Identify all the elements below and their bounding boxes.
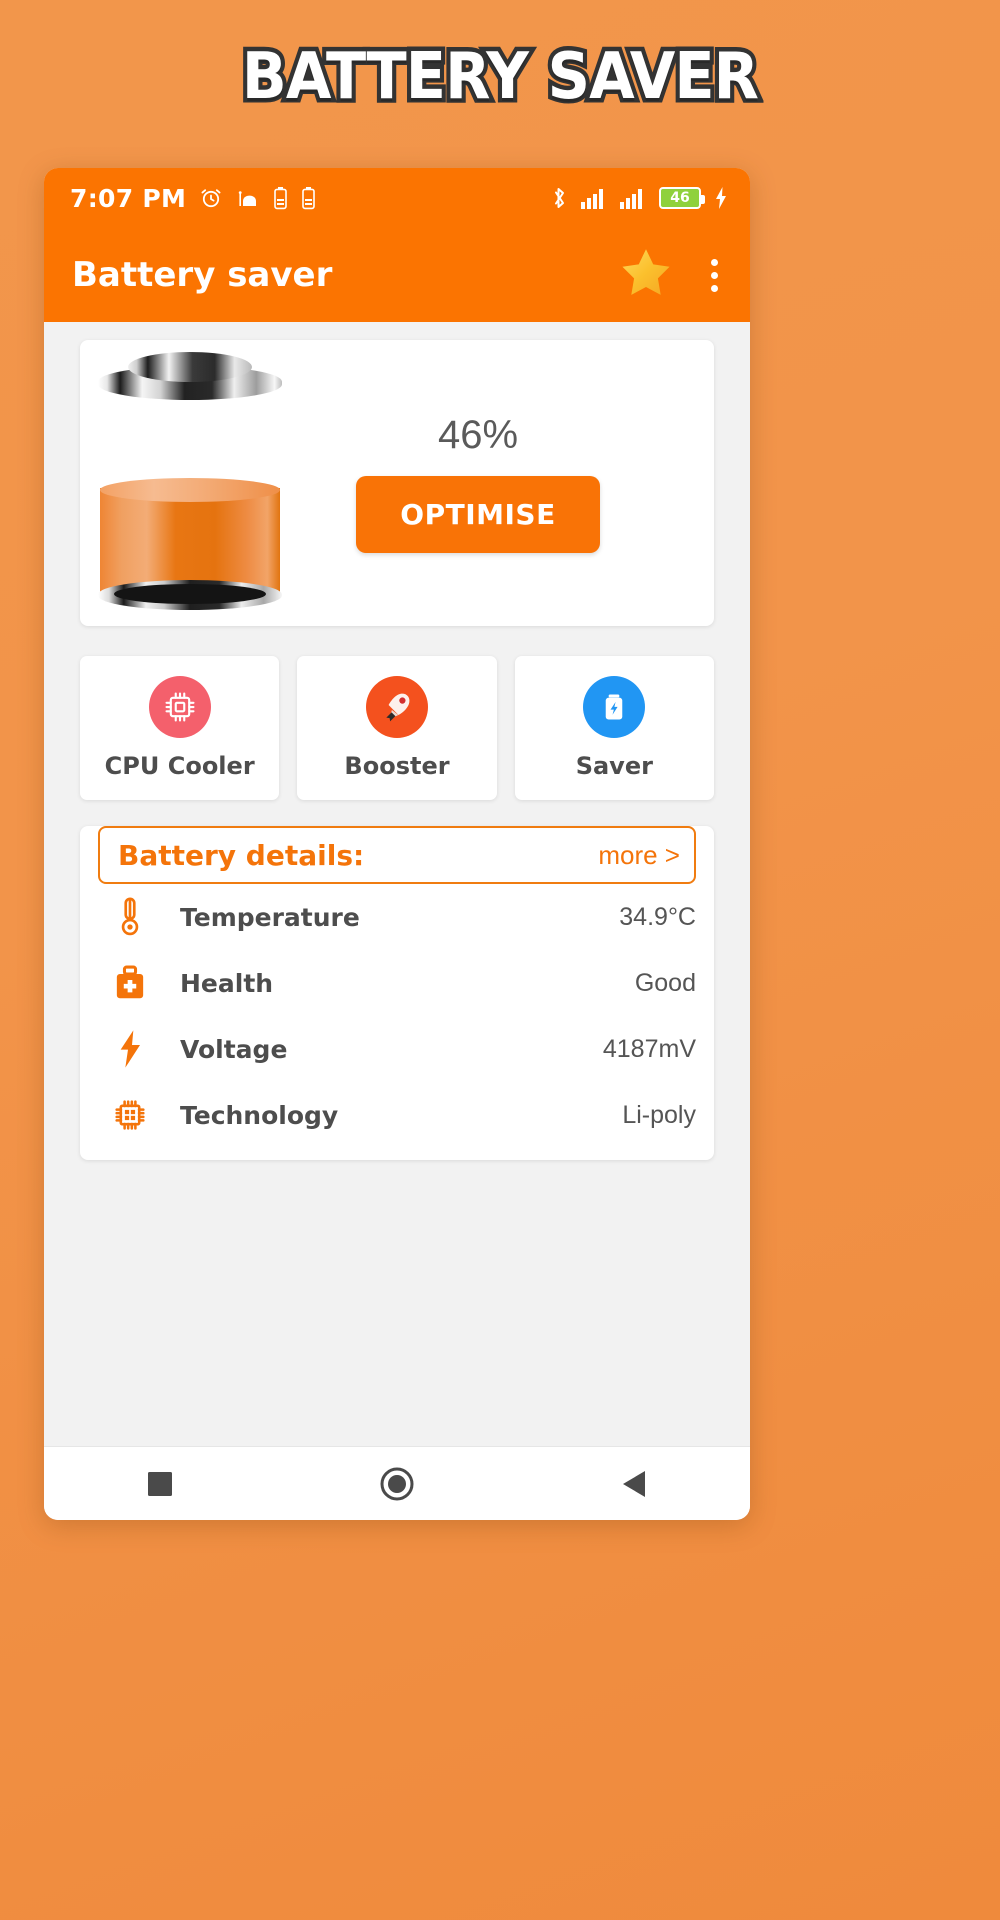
tile-cpu-cooler[interactable]: CPU Cooler bbox=[80, 656, 280, 800]
status-bar-clock: 7:07 PM bbox=[70, 183, 187, 213]
detail-label: Temperature bbox=[180, 902, 360, 932]
tile-booster[interactable]: Booster bbox=[297, 656, 497, 800]
battery-details-card: Battery details: more > Temperature 34.9… bbox=[80, 826, 714, 1160]
tile-saver[interactable]: Saver bbox=[514, 656, 714, 800]
battery-bolt-icon bbox=[583, 676, 646, 738]
main-content: 46% OPTIMISE CPU Cooler Booster Saver Ba… bbox=[44, 322, 750, 1446]
detail-row-technology: Technology Li-poly bbox=[80, 1082, 714, 1148]
battery-details-header: Battery details: more > bbox=[98, 826, 696, 884]
battery-badge-level: 46 bbox=[670, 190, 690, 206]
app-bar: Battery saver bbox=[44, 228, 750, 322]
phone-frame: 7:07 PM 46 Battery saver 46% OPTIMISE CP… bbox=[44, 168, 750, 1520]
battery-illustration bbox=[98, 352, 282, 614]
detail-value: Li-poly bbox=[622, 1100, 696, 1129]
page-title: BATTERY SAVER bbox=[238, 36, 763, 119]
bluetooth-icon bbox=[550, 185, 568, 211]
signal-bars-icon bbox=[581, 187, 607, 209]
detail-row-temperature: Temperature 34.9°C bbox=[80, 884, 714, 950]
square-recents-icon[interactable] bbox=[107, 1463, 213, 1505]
cpu-chip-icon bbox=[148, 676, 211, 738]
alarm-clock-icon bbox=[199, 186, 223, 210]
app-bar-title: Battery saver bbox=[72, 255, 333, 295]
detail-label: Health bbox=[180, 968, 274, 998]
battery-icon bbox=[301, 186, 316, 210]
medical-kit-icon bbox=[106, 965, 154, 1001]
battery-percent-label: 46% bbox=[437, 413, 519, 457]
optimise-button[interactable]: OPTIMISE bbox=[356, 476, 600, 553]
battery-badge-icon: 46 bbox=[659, 187, 705, 209]
lightning-bolt-icon bbox=[106, 1029, 154, 1069]
more-link[interactable]: more > bbox=[598, 840, 680, 871]
signal-bars-icon bbox=[620, 187, 646, 209]
chip-icon bbox=[106, 1097, 154, 1133]
detail-row-voltage: Voltage 4187mV bbox=[80, 1016, 714, 1082]
charging-bolt-icon bbox=[714, 186, 728, 210]
detail-label: Technology bbox=[180, 1100, 339, 1130]
detail-row-health: Health Good bbox=[80, 950, 714, 1016]
status-bar-right: 46 bbox=[550, 185, 728, 211]
battery-status-info: 46% OPTIMISE bbox=[282, 413, 714, 553]
app-bar-actions bbox=[617, 245, 728, 306]
battery-status-card: 46% OPTIMISE bbox=[80, 340, 714, 626]
circle-home-icon[interactable] bbox=[340, 1459, 454, 1509]
android-navigation-bar bbox=[44, 1446, 750, 1520]
triangle-back-icon[interactable] bbox=[581, 1462, 687, 1506]
action-tiles: CPU Cooler Booster Saver bbox=[80, 656, 714, 800]
status-bar-left: 7:07 PM bbox=[70, 184, 316, 213]
tile-label: Booster bbox=[344, 752, 450, 780]
star-icon[interactable] bbox=[617, 245, 675, 306]
detail-value: 4187mV bbox=[602, 1034, 696, 1063]
detail-value: 34.9°C bbox=[619, 902, 696, 931]
thermometer-icon bbox=[106, 897, 154, 937]
overflow-menu-icon[interactable] bbox=[701, 253, 728, 298]
battery-icon bbox=[273, 186, 288, 210]
tile-label: CPU Cooler bbox=[104, 752, 255, 780]
status-bar: 7:07 PM 46 bbox=[44, 168, 750, 228]
battery-details-title: Battery details: bbox=[118, 838, 365, 872]
rocket-icon bbox=[365, 676, 428, 738]
detail-value: Good bbox=[634, 968, 696, 997]
detail-label: Voltage bbox=[180, 1034, 288, 1064]
mosque-icon bbox=[236, 188, 260, 208]
tile-label: Saver bbox=[575, 752, 653, 780]
